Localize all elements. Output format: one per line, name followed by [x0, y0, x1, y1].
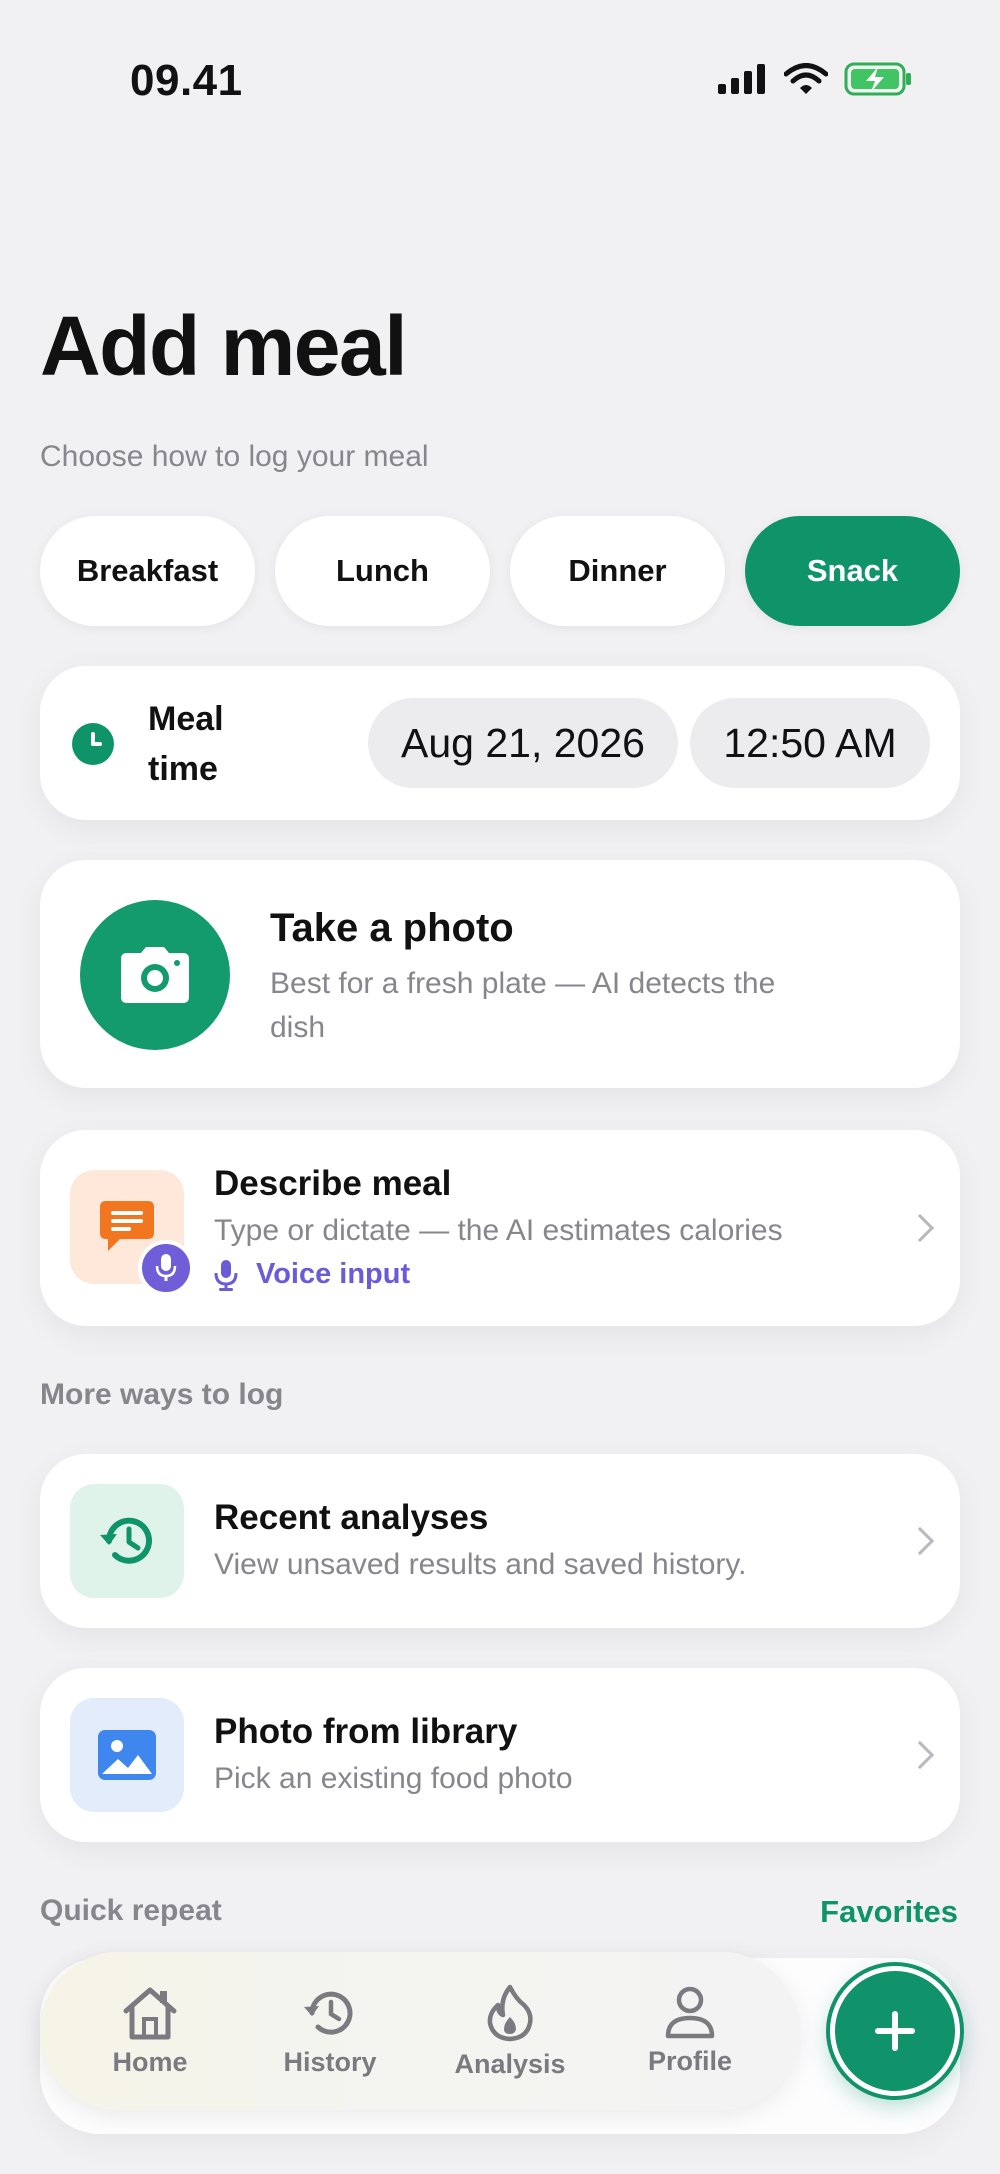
time-picker[interactable]: 12:50 AM — [690, 698, 930, 788]
camera-button[interactable] — [80, 900, 230, 1050]
photo-library-card[interactable]: Photo from library Pick an existing food… — [40, 1668, 960, 1842]
favorites-link[interactable]: Favorites — [820, 1894, 958, 1930]
camera-icon — [121, 947, 189, 1003]
tab-home[interactable]: Home — [70, 1985, 230, 2078]
history-icon-box — [70, 1484, 184, 1598]
tab-history[interactable]: History — [250, 1985, 410, 2078]
page-title: Add meal — [40, 299, 408, 393]
history-icon — [100, 1517, 152, 1564]
plus-icon — [875, 2011, 915, 2051]
person-icon — [665, 1986, 715, 2038]
chevron-right-icon — [905, 1740, 935, 1770]
meal-time-card: Meal time Aug 21, 2026 12:50 AM — [40, 666, 960, 820]
recent-analyses-card[interactable]: Recent analyses View unsaved results and… — [40, 1454, 960, 1628]
tab-profile[interactable]: Profile — [610, 1986, 770, 2077]
chip-lunch[interactable]: Lunch — [275, 516, 490, 626]
chevron-right-icon — [905, 1213, 935, 1243]
quick-repeat-label: Quick repeat — [40, 1894, 222, 1927]
tab-analysis-label: Analysis — [454, 2048, 566, 2079]
add-fab-button[interactable] — [830, 1966, 960, 2096]
image-icon-box — [70, 1698, 184, 1812]
image-icon — [98, 1730, 156, 1780]
home-icon — [123, 1987, 177, 2039]
add-meal-screen: 09.41 Add meal Choose how to log your me… — [0, 0, 1000, 2174]
describe-meal-description: Type or dictate — the AI estimates calor… — [214, 1214, 783, 1247]
describe-meal-card[interactable]: Describe meal Type or dictate — the AI e… — [40, 1130, 960, 1326]
voice-input-button[interactable]: Voice input — [214, 1258, 410, 1291]
photo-library-title: Photo from library — [214, 1712, 518, 1751]
tab-history-label: History — [283, 2046, 377, 2077]
page-subtitle: Choose how to log your meal — [40, 440, 429, 473]
cellular-signal-icon — [718, 64, 765, 94]
describe-meal-title: Describe meal — [214, 1164, 452, 1203]
tab-home-label: Home — [112, 2046, 188, 2077]
status-time: 09.41 — [130, 56, 243, 105]
status-icons — [718, 62, 912, 96]
microphone-icon — [155, 1254, 177, 1281]
chip-snack[interactable]: Snack — [745, 516, 960, 626]
chip-breakfast[interactable]: Breakfast — [40, 516, 255, 626]
battery-charging-icon — [844, 62, 911, 96]
meal-time-label: Meal time — [148, 700, 224, 788]
tab-bar: Home History Analysis Profile — [40, 1952, 800, 2110]
take-photo-description: Best for a fresh plate — AI detects the … — [270, 967, 776, 1044]
flame-icon — [487, 1984, 533, 2041]
take-photo-card[interactable]: Take a photo Best for a fresh plate — AI… — [40, 860, 960, 1088]
microphone-icon — [214, 1259, 238, 1291]
voice-input-label: Voice input — [256, 1258, 411, 1290]
more-ways-label: More ways to log — [40, 1378, 284, 1411]
meal-type-selector: Breakfast Lunch Dinner Snack — [40, 516, 960, 626]
chip-dinner[interactable]: Dinner — [510, 516, 725, 626]
recent-analyses-subtitle: View unsaved results and saved history. — [214, 1548, 747, 1581]
tab-profile-label: Profile — [647, 2045, 733, 2076]
take-photo-title: Take a photo — [270, 906, 514, 950]
history-icon — [304, 1991, 353, 2035]
photo-library-subtitle: Pick an existing food photo — [214, 1762, 573, 1795]
tab-analysis[interactable]: Analysis — [430, 1983, 590, 2080]
date-picker[interactable]: Aug 21, 2026 — [368, 698, 678, 788]
mic-badge — [138, 1240, 194, 1296]
wifi-icon — [784, 63, 828, 94]
recent-analyses-title: Recent analyses — [214, 1498, 489, 1537]
clock-icon — [72, 723, 114, 765]
chevron-right-icon — [905, 1526, 935, 1556]
